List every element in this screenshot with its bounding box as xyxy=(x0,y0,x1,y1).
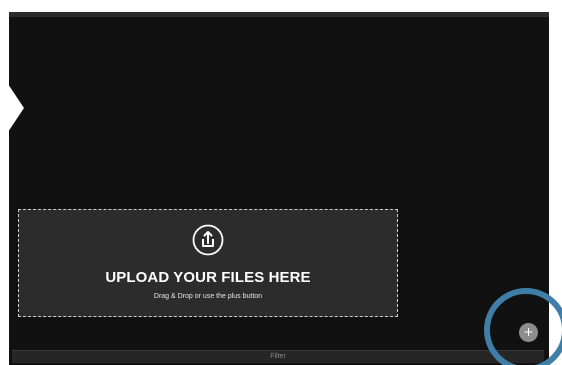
upload-icon xyxy=(192,224,224,256)
add-files-button[interactable]: + xyxy=(519,323,538,342)
plus-icon: + xyxy=(523,325,534,339)
previous-arrow-icon[interactable] xyxy=(0,72,24,144)
app-screen: UPLOAD YOUR FILES HERE Drag & Drop or us… xyxy=(0,0,562,365)
panel-top-bar xyxy=(9,12,549,17)
filter-bar[interactable]: Filter xyxy=(12,350,544,363)
upload-dropzone[interactable]: UPLOAD YOUR FILES HERE Drag & Drop or us… xyxy=(18,209,398,317)
upload-subtitle: Drag & Drop or use the plus button xyxy=(153,293,263,300)
upload-title: UPLOAD YOUR FILES HERE xyxy=(105,269,311,286)
